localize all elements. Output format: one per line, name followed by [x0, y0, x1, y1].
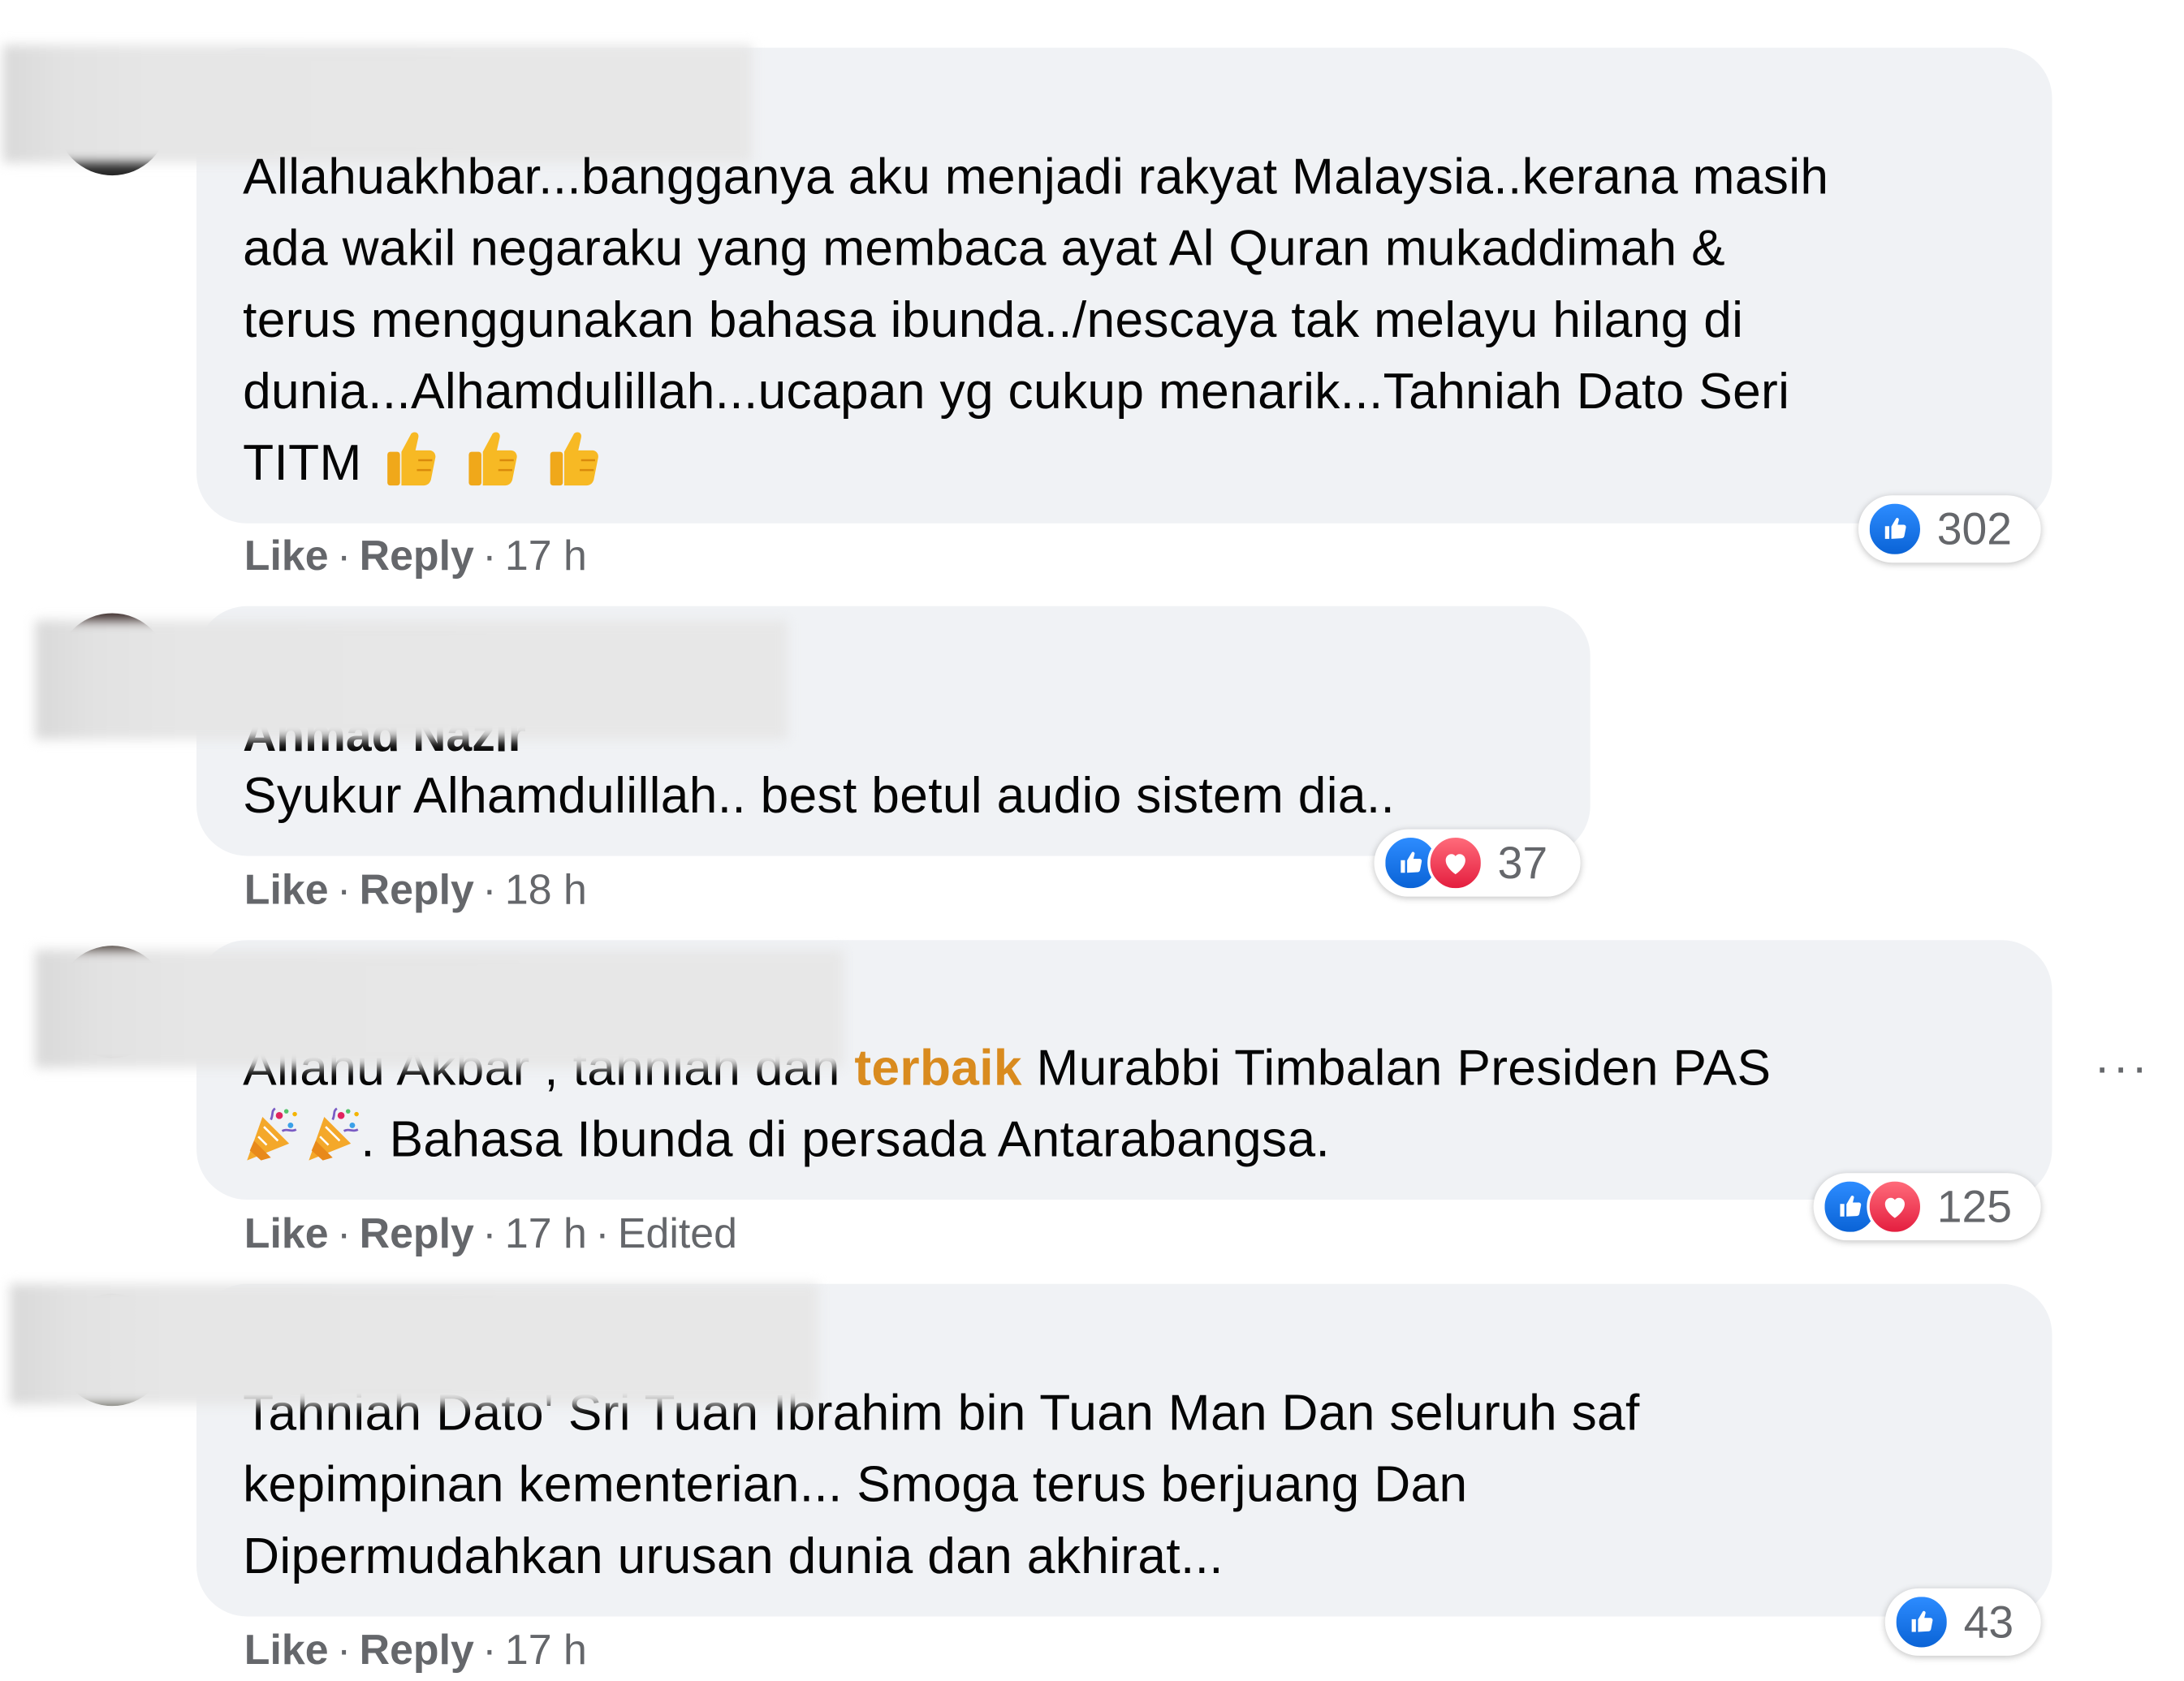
redacted-author-name — [35, 620, 788, 740]
comments-panel: Allahuakhbar...bangganya aku menjadi rak… — [0, 0, 2184, 1681]
comment-timestamp[interactable]: 17 h — [505, 1211, 587, 1257]
comment-line: kepimpinan kementerian... Smoga terus be… — [243, 1455, 1468, 1513]
party-popper-emoji — [304, 1106, 360, 1165]
reaction-summary[interactable]: 43 — [1884, 1588, 2041, 1656]
edited-label[interactable]: Edited — [618, 1211, 737, 1257]
reaction-summary[interactable]: 37 — [1374, 829, 1581, 897]
reaction-count: 125 — [1936, 1181, 2013, 1232]
comment-text: Tahniah Dato' Sri Tuan Ibrahim bin Tuan … — [243, 1377, 1640, 1591]
thumbs-up-emoji — [545, 429, 601, 489]
like-button[interactable]: Like — [244, 1211, 329, 1257]
comment-line: dunia...Alhamdulillah...ucapan yg cukup … — [243, 362, 1790, 420]
comment-actions: Like · Reply · 17 h — [244, 532, 587, 580]
love-reaction-icon — [1867, 1179, 1923, 1235]
reaction-count: 43 — [1963, 1597, 2014, 1648]
comment-actions: Like · Reply · 17 h · Edited — [244, 1210, 737, 1257]
comment-text: Allahuakhbar...bangganya aku menjadi rak… — [243, 140, 1828, 498]
like-reaction-icon — [1893, 1593, 1950, 1650]
thumbs-up-emoji — [382, 429, 438, 489]
comment-line: terus menggunakan bahasa ibunda../nescay… — [243, 290, 1744, 348]
like-reaction-icon — [1867, 501, 1923, 558]
comment-line-text: Murabbi Timbalan Presiden PAS — [1036, 1038, 1772, 1097]
like-button[interactable]: Like — [244, 533, 329, 580]
reply-button[interactable]: Reply — [360, 1211, 474, 1257]
love-reaction-icon — [1427, 834, 1484, 891]
comment-line: ada wakil negaraku yang membaca ayat Al … — [243, 218, 1726, 277]
thumbs-up-emoji — [464, 429, 520, 489]
more-options-button[interactable]: ··· — [2094, 1044, 2150, 1092]
comment-line: . Bahasa Ibunda di persada Antarabangsa. — [243, 1103, 1771, 1175]
comment-timestamp[interactable]: 18 h — [505, 867, 587, 913]
reaction-summary[interactable]: 125 — [1813, 1173, 2041, 1241]
like-button[interactable]: Like — [244, 1627, 329, 1674]
reply-button[interactable]: Reply — [360, 533, 474, 580]
reply-button[interactable]: Reply — [360, 867, 474, 913]
party-popper-emoji — [243, 1106, 299, 1165]
comment-line: Allahuakhbar...bangganya aku menjadi rak… — [243, 147, 1829, 205]
comment-line-text: TITM — [243, 433, 362, 492]
like-button[interactable]: Like — [244, 867, 329, 913]
comment-timestamp[interactable]: 17 h — [505, 1627, 587, 1674]
comment-text: Syukur Alhamdulillah.. best betul audio … — [243, 759, 1395, 830]
comment-line: Syukur Alhamdulillah.. best betul audio … — [243, 765, 1396, 824]
comment-highlight: terbaik — [854, 1038, 1022, 1097]
comment-actions: Like · Reply · 18 h — [244, 867, 587, 914]
reply-button[interactable]: Reply — [360, 1627, 474, 1674]
redacted-author-name — [35, 950, 844, 1068]
reaction-count: 37 — [1497, 838, 1548, 889]
comment-line-text: . Bahasa Ibunda di persada Antarabangsa. — [360, 1110, 1331, 1168]
comment-line: Dipermudahkan urusan dunia dan akhirat..… — [243, 1526, 1224, 1584]
comment-actions: Like · Reply · 17 h — [244, 1627, 587, 1675]
reaction-count: 302 — [1936, 503, 2013, 554]
redacted-author-name — [10, 1283, 818, 1405]
comment-timestamp[interactable]: 17 h — [505, 533, 587, 580]
reaction-summary[interactable]: 302 — [1858, 495, 2041, 563]
comment-line: TITM — [243, 427, 1828, 498]
